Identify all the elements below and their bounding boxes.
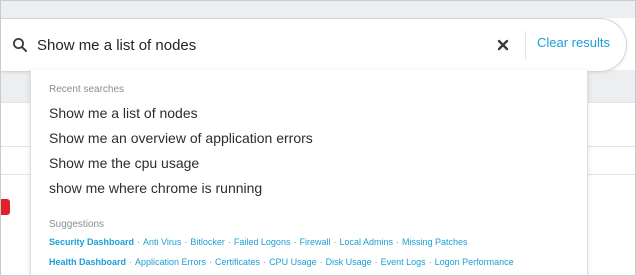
suggestion-link[interactable]: Event Logs [381,257,426,267]
suggestions-heading: Suggestions [49,219,105,230]
separator: · [396,237,399,247]
suggestion-link[interactable]: Disk Usage [326,257,372,267]
suggestion-row-security: Security Dashboard · Anti Virus · Bitlocker ·… [49,237,468,247]
separator: · [374,257,378,267]
suggestion-link[interactable]: CPU Usage [269,257,317,267]
clear-results-link[interactable]: Clear results [537,35,610,50]
suggestion-link[interactable]: Application Errors [135,257,206,267]
recent-search-item[interactable]: Show me the cpu usage [49,155,199,171]
suggestion-link[interactable]: Failed Logons [234,237,291,247]
recent-search-item[interactable]: Show me an overview of application error… [49,130,313,146]
search-divider [525,31,526,59]
separator: · [129,257,133,267]
suggestion-dashboard-health[interactable]: Health Dashboard [49,257,126,267]
suggestion-row-health: Health Dashboard · Application Errors · Cert… [49,257,514,267]
suggestion-dashboard-security[interactable]: Security Dashboard [49,237,134,247]
suggestion-link[interactable]: Firewall [299,237,330,247]
background-alert-badge [0,199,10,215]
suggestion-link[interactable]: Local Admins [339,237,393,247]
close-icon[interactable] [496,38,510,52]
recent-searches-heading: Recent searches [49,84,125,95]
separator: · [428,257,432,267]
search-input[interactable] [37,32,457,58]
background-header-band [0,0,636,18]
suggestion-link[interactable]: Certificates [215,257,260,267]
search-icon[interactable] [12,37,28,53]
suggestion-link[interactable]: Bitlocker [190,237,225,247]
separator: · [137,237,141,247]
separator: · [209,257,213,267]
recent-search-item[interactable]: Show me a list of nodes [49,105,198,121]
separator: · [263,257,267,267]
recent-search-item[interactable]: show me where chrome is running [49,180,262,196]
suggestion-link[interactable]: Missing Patches [402,237,468,247]
suggestion-link[interactable]: Logon Performance [435,257,514,267]
separator: · [319,257,323,267]
global-search-bar: Clear results [0,18,627,72]
separator: · [227,237,231,247]
suggestion-link[interactable]: Anti Virus [143,237,181,247]
search-dropdown: Recent searches Show me a list of nodes … [30,70,588,276]
